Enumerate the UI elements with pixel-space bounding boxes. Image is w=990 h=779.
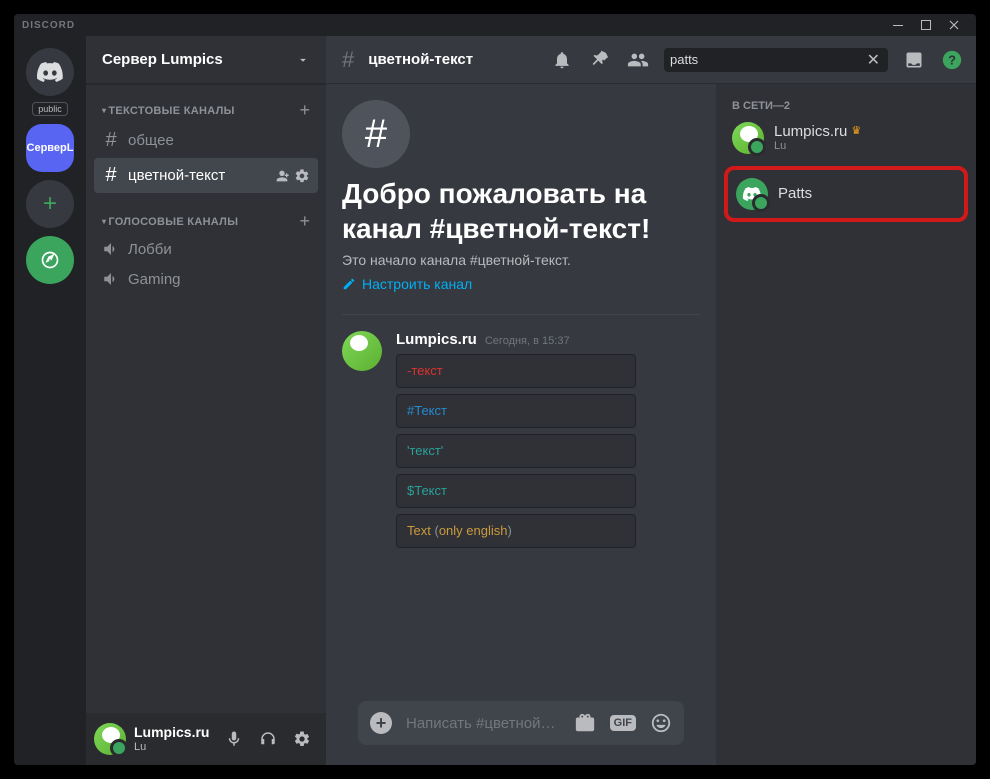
caret-down-icon: ▾ [102,106,106,115]
explore-button[interactable] [26,236,74,284]
message-input[interactable]: + Написать #цветной-т... GIF [358,701,684,745]
avatar [732,122,764,154]
gift-icon[interactable] [574,712,596,734]
server-header[interactable]: Сервер Lumpics [86,36,326,84]
welcome-title: Добро пожаловать на канал #цветной-текст… [342,176,700,246]
member-patts[interactable]: Patts [728,172,964,216]
close-button[interactable] [940,14,968,36]
crown-icon: ♛ [851,125,861,138]
search-clear-icon[interactable]: ✕ [865,50,882,70]
member-list: В СЕТИ—2 Lumpics.ru ♛ Lu [716,84,976,765]
notifications-icon[interactable] [550,48,574,72]
svg-text:?: ? [948,52,956,67]
avatar[interactable] [94,723,126,755]
pencil-icon [342,277,356,291]
server-name: Сервер Lumpics [102,51,223,68]
attach-button[interactable]: + [370,712,392,734]
settings-button[interactable] [286,723,318,755]
members-icon[interactable] [626,48,650,72]
guild-lumpics[interactable]: СерверL [26,124,74,172]
maximize-button[interactable] [912,14,940,36]
deafen-button[interactable] [252,723,284,755]
hash-icon: # [342,47,354,73]
inbox-icon[interactable] [902,48,926,72]
message-timestamp: Сегодня, в 15:37 [485,335,570,347]
channel-general[interactable]: # общее [94,123,318,158]
minimize-button[interactable] [884,14,912,36]
category-text[interactable]: ▾ТЕКСТОВЫЕ КАНАЛЫ + [94,92,318,121]
category-voice[interactable]: ▾ГОЛОСОВЫЕ КАНАЛЫ + [94,203,318,232]
guild-rail: public СерверL + [14,36,86,765]
input-area: + Написать #цветной-т... GIF [342,701,700,765]
chevron-down-icon [296,53,310,67]
search-box[interactable]: ✕ [664,48,888,72]
gear-icon[interactable] [294,168,310,184]
pin-icon[interactable] [588,48,612,72]
welcome-subtitle: Это начало канала #цветной-текст. [342,252,700,268]
message-author[interactable]: Lumpics.ru [396,331,477,348]
mute-button[interactable] [218,723,250,755]
add-channel-button[interactable]: + [299,100,310,121]
code-block: Text (only english) [396,514,636,548]
input-placeholder[interactable]: Написать #цветной-т... [406,715,560,732]
hash-icon: # [102,129,120,152]
search-input[interactable] [670,52,865,67]
channel-title: цветной-текст [368,51,473,68]
speaker-icon [102,270,120,288]
members-online-header: В СЕТИ—2 [724,100,968,116]
titlebar: DISCORD [14,14,976,36]
titlebar-brand: DISCORD [22,20,75,31]
invite-icon[interactable] [274,168,290,184]
message: Lumpics.ru Сегодня, в 15:37 -текст #Текс… [342,327,700,558]
help-icon[interactable]: ? [940,48,964,72]
add-server-button[interactable]: + [26,180,74,228]
member-lumpics[interactable]: Lumpics.ru ♛ Lu [724,116,968,160]
hash-icon: # [102,164,120,187]
highlight-annotation: Patts [724,166,968,222]
gif-button[interactable]: GIF [610,715,636,731]
channel-sidebar: Сервер Lumpics ▾ТЕКСТОВЫЕ КАНАЛЫ + # общ… [86,36,326,765]
user-info[interactable]: Lumpics.ru Lu [134,725,210,752]
speaker-icon [102,240,120,258]
home-button[interactable] [26,48,74,96]
user-panel: Lumpics.ru Lu [86,713,326,765]
code-block: #Текст [396,394,636,428]
caret-down-icon: ▾ [102,217,106,226]
add-voice-channel-button[interactable]: + [299,211,310,232]
voice-gaming[interactable]: Gaming [94,264,318,294]
topbar: # цветной-текст ✕ ? [326,36,976,84]
avatar[interactable] [342,331,382,371]
code-block: -текст [396,354,636,388]
code-block: $Текст [396,474,636,508]
channel-colored-text[interactable]: # цветной-текст [94,158,318,193]
avatar [736,178,768,210]
voice-lobby[interactable]: Лобби [94,234,318,264]
code-block: 'текст' [396,434,636,468]
setup-channel-link[interactable]: Настроить канал [342,276,700,292]
public-pill: public [32,102,68,116]
window-controls [884,14,968,36]
content-area: # цветной-текст ✕ ? # Добро пожаловать н… [326,36,976,765]
messages-area: # Добро пожаловать на канал #цветной-тек… [326,84,716,765]
emoji-icon[interactable] [650,712,672,734]
welcome-hash-icon: # [342,100,410,168]
